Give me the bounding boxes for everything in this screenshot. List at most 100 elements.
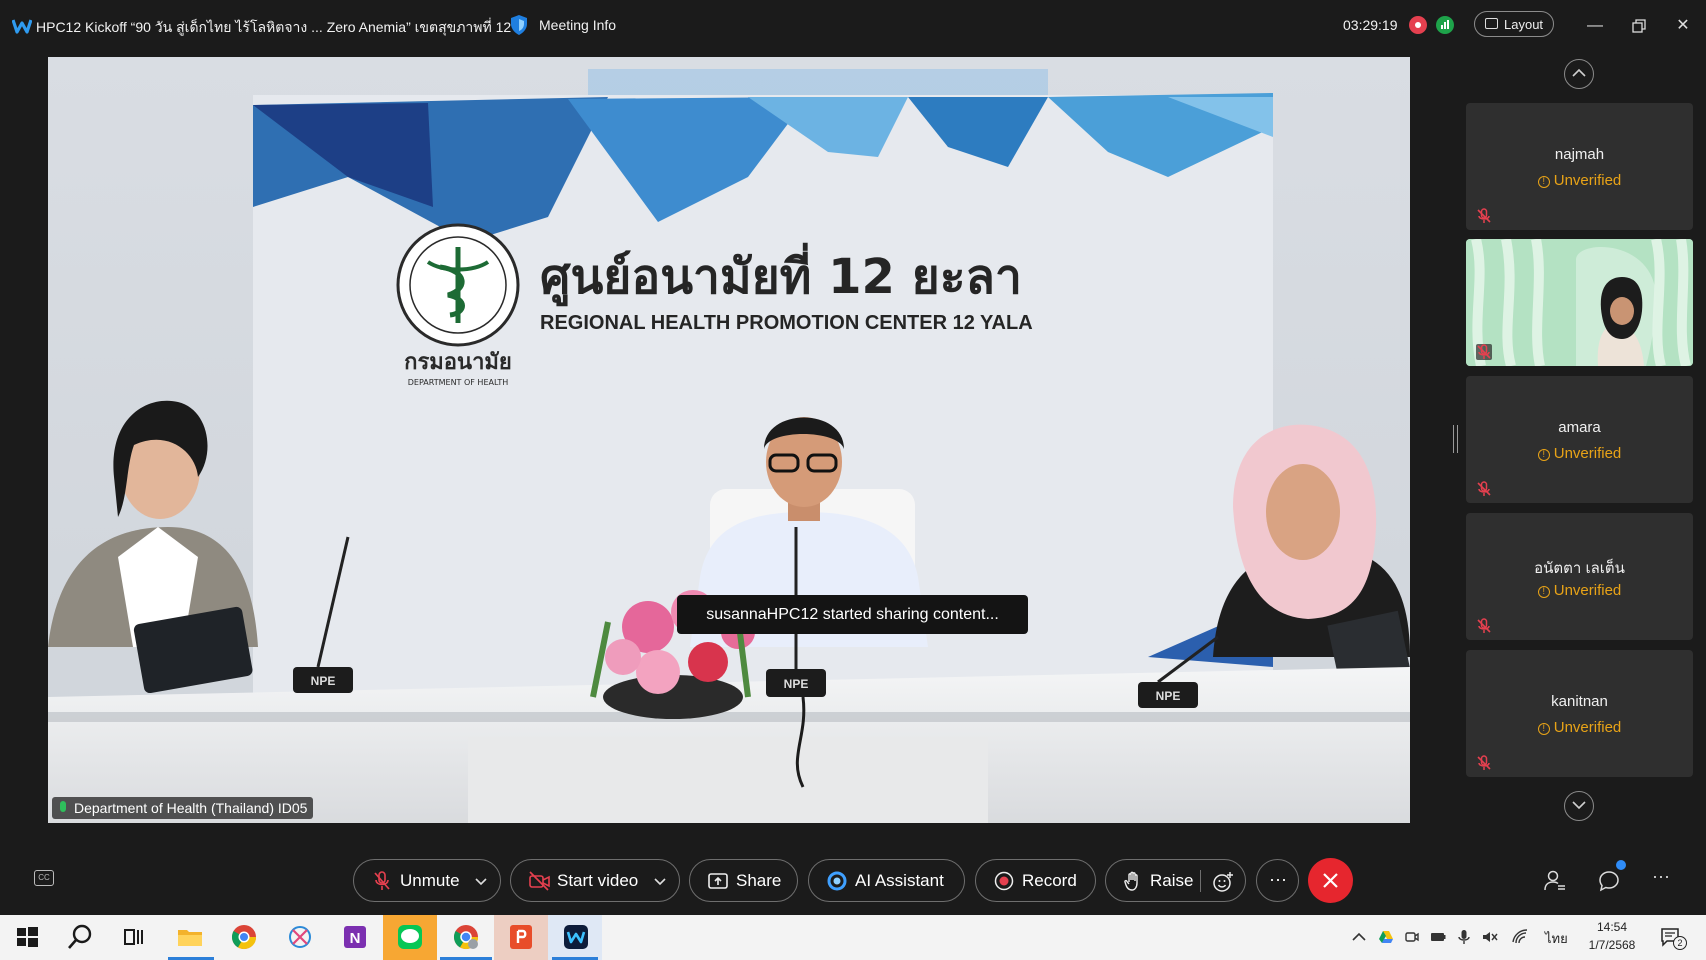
close-icon[interactable]: ✕ bbox=[1671, 14, 1695, 38]
microphone-icon[interactable] bbox=[1456, 929, 1472, 945]
layout-icon bbox=[1485, 18, 1498, 29]
recording-indicator-icon[interactable] bbox=[1409, 16, 1427, 34]
share-button[interactable]: Share bbox=[689, 859, 798, 902]
panel-resize-handle[interactable] bbox=[1453, 425, 1458, 453]
participant-tile[interactable]: kanitnan ! Unverified bbox=[1466, 650, 1693, 777]
webex-logo-icon bbox=[12, 19, 32, 34]
participant-name: najmah bbox=[1554, 146, 1605, 163]
elapsed-time: 03:29:19 bbox=[1343, 17, 1398, 33]
battery-icon[interactable] bbox=[1430, 929, 1446, 945]
onenote-icon[interactable]: N bbox=[340, 922, 370, 952]
participant-name: kanitnan bbox=[1551, 693, 1608, 710]
snip-icon[interactable] bbox=[285, 922, 315, 952]
chevron-down-icon bbox=[1572, 801, 1586, 810]
raise-hand-button[interactable]: Raise bbox=[1105, 859, 1246, 902]
system-clock[interactable]: 14:54 1/7/2568 bbox=[1582, 918, 1642, 954]
clock-date: 1/7/2568 bbox=[1588, 938, 1636, 952]
scroll-up-button[interactable] bbox=[1564, 59, 1594, 89]
backdrop-thai-title: ศูนย์อนามัยที่ 12 ยะลา bbox=[540, 242, 1022, 307]
search-icon[interactable] bbox=[65, 922, 95, 952]
chrome-profile-icon[interactable] bbox=[451, 922, 481, 952]
participant-status: ! Unverified bbox=[1466, 445, 1693, 462]
clock-time: 14:54 bbox=[1596, 920, 1628, 934]
unmute-button[interactable]: Unmute bbox=[353, 859, 501, 902]
logo-english-text: DEPARTMENT OF HEALTH bbox=[408, 378, 508, 387]
participant-status-text: Unverified bbox=[1553, 445, 1622, 462]
chat-icon[interactable] bbox=[1597, 869, 1621, 893]
participant-status: ! Unverified bbox=[1466, 719, 1693, 736]
notification-count: 2 bbox=[1673, 936, 1687, 950]
ai-assistant-button[interactable]: AI Assistant bbox=[808, 859, 965, 902]
task-view-icon[interactable] bbox=[118, 922, 148, 952]
wifi-icon[interactable] bbox=[1512, 929, 1528, 945]
file-explorer-icon[interactable] bbox=[175, 922, 205, 952]
main-video[interactable]: กรมอนามัย DEPARTMENT OF HEALTH ศูนย์อนาม… bbox=[48, 57, 1410, 823]
leave-meeting-button[interactable] bbox=[1308, 858, 1353, 903]
office-icon[interactable] bbox=[506, 922, 536, 952]
chevron-up-icon bbox=[1572, 68, 1586, 77]
divider bbox=[1200, 870, 1201, 892]
record-label: Record bbox=[1022, 871, 1077, 890]
mic-brand-left: NPE bbox=[311, 674, 336, 688]
meeting-info-button[interactable]: Meeting Info bbox=[539, 17, 616, 33]
meeting-title: HPC12 Kickoff “90 วัน สู่เด็กไทย ไร้โลหิ… bbox=[36, 19, 512, 35]
chrome-icon[interactable] bbox=[229, 922, 259, 952]
close-icon bbox=[1323, 873, 1338, 888]
active-speaker-label: Department of Health (Thailand) ID05 bbox=[52, 797, 314, 819]
backdrop-english-title: REGIONAL HEALTH PROMOTION CENTER 12 YALA bbox=[540, 312, 1033, 334]
record-icon bbox=[994, 871, 1014, 891]
participants-icon[interactable] bbox=[1543, 869, 1567, 893]
google-drive-icon[interactable] bbox=[1378, 929, 1394, 945]
scroll-down-button[interactable] bbox=[1564, 791, 1594, 821]
reactions-icon[interactable] bbox=[1212, 871, 1234, 893]
more-panels-icon[interactable]: ··· bbox=[1652, 866, 1670, 887]
restore-icon[interactable] bbox=[1627, 14, 1651, 38]
record-button[interactable]: Record bbox=[975, 859, 1096, 902]
unverified-icon: ! bbox=[1537, 723, 1550, 735]
layout-label: Layout bbox=[1504, 17, 1544, 32]
ai-assistant-label: AI Assistant bbox=[855, 871, 944, 890]
participant-status-text: Unverified bbox=[1553, 719, 1622, 736]
speaker-muted-icon[interactable] bbox=[1482, 929, 1498, 945]
participant-tile[interactable]: najmah ! Unverified bbox=[1466, 103, 1693, 230]
chevron-down-icon[interactable] bbox=[475, 872, 487, 890]
sharing-toast: susannaHPC12 started sharing content... bbox=[677, 595, 1028, 634]
layout-button[interactable]: Layout bbox=[1474, 11, 1554, 37]
participant-name: amara bbox=[1558, 419, 1601, 436]
active-speaker-name: Department of Health (Thailand) ID05 bbox=[74, 800, 308, 816]
more-options-button[interactable]: ··· bbox=[1256, 859, 1299, 902]
unverified-icon: ! bbox=[1537, 586, 1550, 598]
chevron-up-icon[interactable] bbox=[1351, 929, 1367, 945]
minimize-icon[interactable]: — bbox=[1583, 14, 1607, 38]
video-off-icon bbox=[529, 871, 550, 891]
participant-video-tile[interactable] bbox=[1466, 239, 1693, 366]
unverified-icon: ! bbox=[1537, 449, 1550, 461]
svg-text:N: N bbox=[350, 930, 361, 947]
captions-icon[interactable]: CC bbox=[34, 870, 54, 886]
mic-brand-right: NPE bbox=[1156, 689, 1181, 703]
muted-mic-icon bbox=[1477, 618, 1491, 633]
participant-tile[interactable]: amara ! Unverified bbox=[1466, 376, 1693, 503]
start-video-label: Start video bbox=[557, 871, 639, 890]
participant-status: ! Unverified bbox=[1466, 172, 1693, 189]
participant-tile[interactable]: อนัตตา เลเต็น ! Unverified bbox=[1466, 513, 1693, 640]
meet-now-icon[interactable] bbox=[1404, 929, 1420, 945]
start-icon[interactable] bbox=[12, 922, 42, 952]
mic-icon bbox=[60, 801, 66, 812]
notification-center-icon[interactable]: 2 bbox=[1660, 926, 1687, 950]
line-icon[interactable] bbox=[395, 922, 425, 952]
chat-unread-badge bbox=[1616, 860, 1626, 870]
chevron-down-icon[interactable] bbox=[654, 872, 666, 890]
webex-icon[interactable] bbox=[561, 922, 591, 952]
muted-mic-icon bbox=[1477, 481, 1491, 496]
participant-status: ! Unverified bbox=[1466, 582, 1693, 599]
raise-label: Raise bbox=[1150, 871, 1194, 890]
mic-brand-center: NPE bbox=[784, 677, 809, 691]
network-health-icon[interactable] bbox=[1436, 16, 1454, 34]
input-language[interactable]: ไทย bbox=[1545, 928, 1568, 949]
share-label: Share bbox=[736, 871, 782, 890]
start-video-button[interactable]: Start video bbox=[510, 859, 680, 902]
shield-icon[interactable] bbox=[509, 14, 529, 36]
muted-mic-icon bbox=[374, 871, 390, 890]
participant-name: อนัตตา เลเต็น bbox=[1534, 560, 1625, 577]
